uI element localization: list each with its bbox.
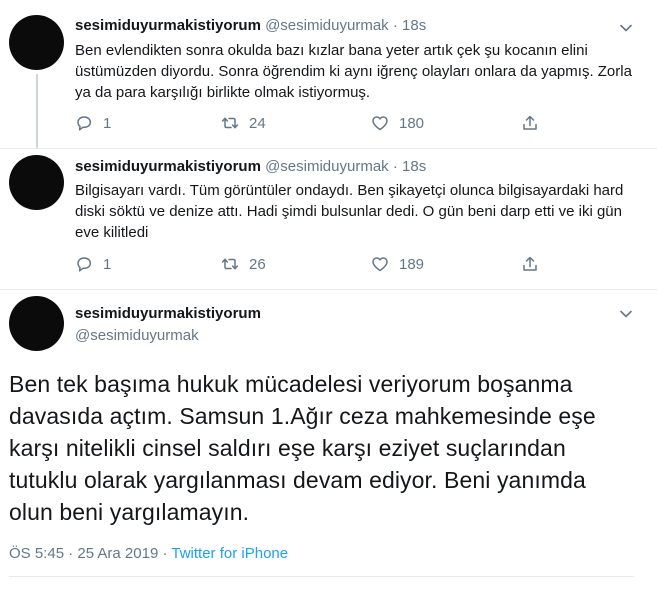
- reply-button[interactable]: 1: [75, 114, 111, 132]
- retweet-icon: [221, 258, 239, 270]
- tweet-actions: 1 24 180: [75, 114, 555, 138]
- reply-icon: [77, 116, 92, 131]
- share-button[interactable]: [521, 114, 539, 132]
- meta-divider: [9, 576, 634, 577]
- share-icon: [523, 115, 537, 130]
- handle[interactable]: @sesimiduyurmak: [265, 158, 389, 175]
- like-icon: [372, 116, 388, 131]
- handle[interactable]: @sesimiduyurmak: [265, 17, 389, 34]
- reply-button[interactable]: 1: [75, 255, 111, 273]
- timestamp[interactable]: 18s: [402, 158, 426, 175]
- tweet[interactable]: sesimiduyurmakistiyorum @sesimiduyurmak …: [0, 0, 657, 148]
- like-count: 189: [399, 255, 425, 273]
- caret-down-icon[interactable]: [619, 21, 633, 35]
- tweet[interactable]: sesimiduyurmakistiyorum @sesimiduyurmak …: [0, 149, 657, 289]
- tweet-header: sesimiduyurmakistiyorum @sesimiduyurmak …: [75, 158, 426, 175]
- caret-down-icon[interactable]: [619, 307, 633, 321]
- like-button[interactable]: 189: [371, 255, 424, 273]
- main-tweet: sesimiduyurmakistiyorum @sesimiduyurmak …: [0, 290, 657, 592]
- separator: ·: [162, 545, 168, 562]
- tweet-actions: 1 26 189: [75, 255, 555, 279]
- like-button[interactable]: 180: [371, 114, 424, 132]
- avatar[interactable]: [9, 15, 64, 70]
- tweet-header: sesimiduyurmakistiyorum: [75, 305, 261, 322]
- tweet-text: Bilgisayarı vardı. Tüm görüntüler ondayd…: [75, 182, 624, 241]
- display-name[interactable]: sesimiduyurmakistiyorum: [75, 17, 261, 34]
- retweet-button[interactable]: 26: [221, 255, 266, 273]
- separator: ·: [392, 158, 398, 175]
- handle[interactable]: @sesimiduyurmak: [75, 327, 199, 344]
- tweet-text: Ben evlendikten sonra okulda bazı kızlar…: [75, 42, 632, 101]
- retweet-icon: [221, 117, 239, 129]
- tweet-source-link[interactable]: Twitter for iPhone: [171, 545, 288, 562]
- retweet-count: 26: [249, 255, 266, 273]
- share-button[interactable]: [521, 255, 539, 273]
- tweet-handle-row: @sesimiduyurmak: [75, 327, 199, 344]
- thread-line: [36, 74, 38, 148]
- tweet-date[interactable]: 25 Ara 2019: [77, 545, 158, 562]
- display-name[interactable]: sesimiduyurmakistiyorum: [75, 158, 261, 175]
- share-icon: [523, 256, 537, 271]
- avatar[interactable]: [9, 155, 64, 210]
- like-count: 180: [399, 114, 425, 132]
- tweet-time[interactable]: ÖS 5:45: [9, 545, 64, 562]
- separator: ·: [392, 17, 398, 34]
- retweet-button[interactable]: 24: [221, 114, 266, 132]
- reply-count: 1: [103, 114, 112, 132]
- avatar[interactable]: [9, 296, 64, 351]
- reply-icon: [77, 257, 92, 272]
- main-tweet-text: Ben tek başıma hukuk mücadelesi veriyoru…: [9, 371, 596, 525]
- separator: ·: [68, 545, 74, 562]
- reply-count: 1: [103, 255, 112, 273]
- timestamp[interactable]: 18s: [402, 17, 426, 34]
- display-name[interactable]: sesimiduyurmakistiyorum: [75, 305, 261, 322]
- tweet-meta: ÖS 5:45 · 25 Ara 2019 · Twitter for iPho…: [9, 545, 288, 562]
- tweet-header: sesimiduyurmakistiyorum @sesimiduyurmak …: [75, 17, 426, 34]
- like-icon: [372, 257, 388, 272]
- retweet-count: 24: [249, 114, 266, 132]
